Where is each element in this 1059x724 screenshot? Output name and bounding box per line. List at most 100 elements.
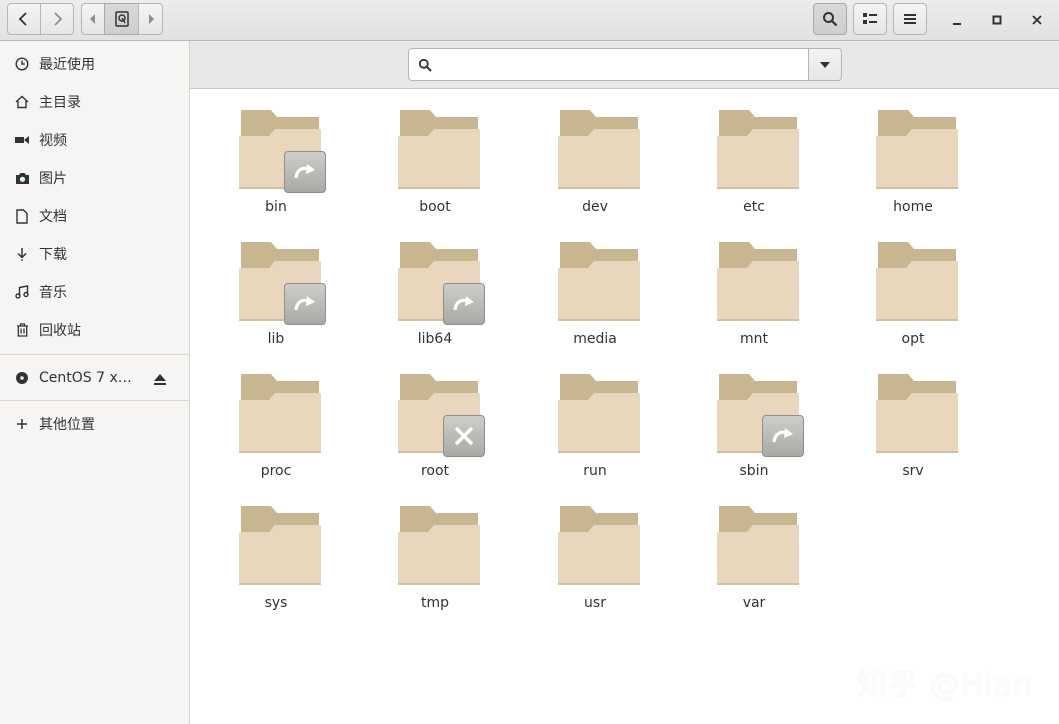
folder-item[interactable]: usr (535, 485, 655, 611)
maximize-icon (992, 15, 1002, 25)
close-icon (1032, 15, 1042, 25)
triangle-right-icon (148, 14, 154, 24)
folder-name: proc (260, 463, 292, 479)
sidebar-item-label: CentOS 7 x… (39, 370, 132, 386)
folder-item[interactable]: srv (853, 353, 973, 479)
folder-item[interactable]: dev (535, 89, 655, 215)
folder-name: var (742, 595, 766, 611)
watermark: 知乎 @Hian (857, 668, 1033, 703)
sidebar-item-label: 其他位置 (39, 417, 95, 433)
folder-item[interactable]: bin (216, 89, 336, 215)
maximize-button[interactable] (986, 10, 1008, 30)
folder-item[interactable]: media (535, 221, 655, 347)
triangle-left-icon (90, 14, 95, 24)
folder-name: srv (902, 463, 924, 479)
folder-name: media (573, 331, 617, 347)
folder-item[interactable]: home (853, 89, 973, 215)
folder-item[interactable]: etc (694, 89, 814, 215)
view-mode-button[interactable] (853, 3, 887, 35)
folder-item[interactable]: tmp (375, 485, 495, 611)
folder-name: boot (419, 199, 451, 215)
folder-item[interactable]: sys (216, 485, 336, 611)
chevron-left-icon (18, 12, 27, 26)
folder-name: usr (584, 595, 606, 611)
search-input[interactable] (440, 55, 784, 74)
folder-name: opt (901, 331, 925, 347)
search-options-button[interactable] (808, 48, 842, 81)
symlink-emblem-icon (284, 151, 326, 193)
eject-icon[interactable] (153, 371, 167, 390)
folder-icon (398, 110, 480, 189)
minimize-button[interactable] (946, 10, 968, 30)
sidebar: 最近使用 主目录 视频 图片 文档 下载 音乐 回收站 CentOS 7 x… … (0, 41, 190, 724)
folder-icon (876, 374, 958, 453)
folder-item[interactable]: boot (375, 89, 495, 215)
folder-item[interactable]: mnt (694, 221, 814, 347)
folder-name: bin (265, 199, 287, 215)
sidebar-item-other-locations[interactable]: 其他位置 (0, 405, 189, 443)
search-field[interactable] (408, 48, 810, 81)
sidebar-item-videos[interactable]: 视频 (0, 121, 189, 159)
sidebar-item-recent[interactable]: 最近使用 (0, 45, 189, 83)
folder-icon (558, 506, 640, 585)
folder-icon (239, 506, 321, 585)
folder-name: lib (267, 331, 285, 347)
search-bar (190, 41, 1059, 89)
folder-name: dev (582, 199, 608, 215)
sidebar-item-home[interactable]: 主目录 (0, 83, 189, 121)
folder-item[interactable]: opt (853, 221, 973, 347)
folder-name: etc (743, 199, 765, 215)
path-scroll-right-button[interactable] (138, 3, 163, 35)
sidebar-separator (0, 354, 189, 355)
folder-name: home (893, 199, 933, 215)
forward-button[interactable] (40, 3, 74, 35)
sidebar-item-label: 下载 (39, 247, 67, 263)
music-icon (14, 284, 30, 300)
folder-icon (717, 242, 799, 321)
sidebar-item-documents[interactable]: 文档 (0, 197, 189, 235)
sidebar-item-label: 文档 (39, 209, 67, 225)
search-icon (418, 58, 432, 72)
sidebar-item-label: 回收站 (39, 323, 81, 339)
document-icon (14, 208, 30, 224)
folder-item[interactable]: proc (216, 353, 336, 479)
camera-icon (14, 170, 30, 186)
folder-item[interactable]: sbin (694, 353, 814, 479)
download-icon (14, 246, 30, 262)
chevron-right-icon (54, 12, 63, 26)
minimize-icon (953, 23, 961, 25)
folder-item[interactable]: lib64 (375, 221, 495, 347)
folder-name: mnt (740, 331, 768, 347)
sidebar-item-music[interactable]: 音乐 (0, 273, 189, 311)
folder-icon (558, 374, 640, 453)
back-button[interactable] (7, 3, 41, 35)
folder-icon (558, 242, 640, 321)
folder-name: tmp (420, 595, 449, 611)
symlink-emblem-icon (443, 283, 485, 325)
search-icon (823, 12, 838, 27)
close-button[interactable] (1026, 10, 1048, 30)
folder-icon (876, 110, 958, 189)
home-icon (14, 94, 30, 110)
folder-name: lib64 (417, 331, 453, 347)
hamburger-menu-icon (904, 14, 916, 24)
sidebar-item-pictures[interactable]: 图片 (0, 159, 189, 197)
folder-item[interactable]: lib (216, 221, 336, 347)
file-grid: bin boot dev etc home lib lib64 media mnt opt proc… (190, 89, 1059, 724)
sidebar-item-trash[interactable]: 回收站 (0, 311, 189, 349)
sidebar-item-device[interactable]: CentOS 7 x… (0, 359, 189, 397)
symlink-emblem-icon (762, 415, 804, 457)
folder-item[interactable]: var (694, 485, 814, 611)
folder-item[interactable]: root (375, 353, 495, 479)
search-toggle-button[interactable] (813, 3, 847, 35)
sidebar-item-downloads[interactable]: 下载 (0, 235, 189, 273)
sidebar-item-label: 音乐 (39, 285, 67, 301)
folder-item[interactable]: run (535, 353, 655, 479)
clock-icon (14, 56, 30, 72)
folder-name: sys (264, 595, 288, 611)
path-root-button[interactable] (104, 3, 139, 35)
unreadable-emblem-icon (443, 415, 485, 457)
menu-button[interactable] (893, 3, 927, 35)
sidebar-item-label: 视频 (39, 133, 67, 149)
path-scroll-left-button[interactable] (81, 3, 105, 35)
